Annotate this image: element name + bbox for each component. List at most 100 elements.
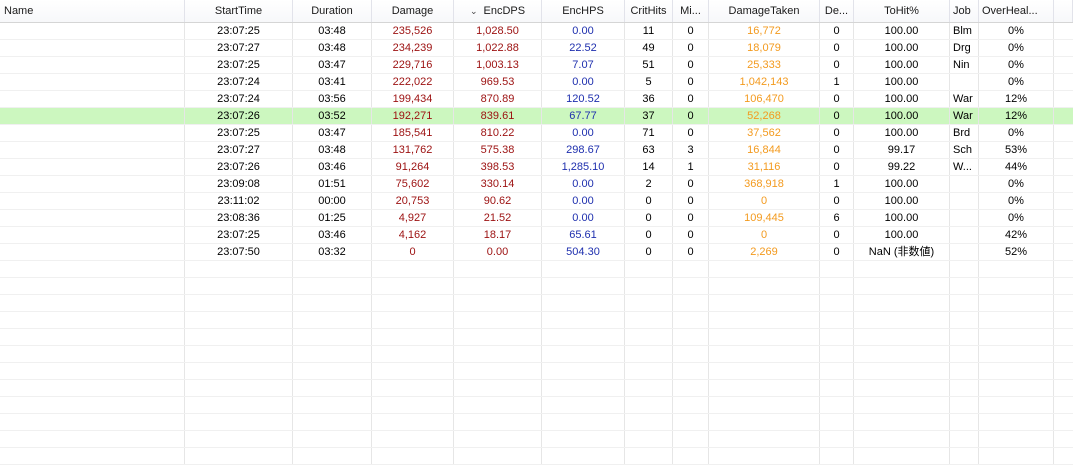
cell-start: 23:09:08 bbox=[185, 176, 293, 192]
empty-cell bbox=[625, 278, 673, 294]
empty-cell bbox=[673, 346, 709, 362]
column-header-encdps[interactable]: ⌄ EncDPS bbox=[454, 0, 542, 22]
cell-misses: 0 bbox=[673, 210, 709, 226]
cell-damage: 4,162 bbox=[372, 227, 454, 243]
column-header-deaths[interactable]: De... bbox=[820, 0, 854, 22]
column-header-crithits[interactable]: CritHits bbox=[625, 0, 673, 22]
empty-cell bbox=[673, 380, 709, 396]
column-header-duration[interactable]: Duration bbox=[293, 0, 372, 22]
cell-name bbox=[0, 142, 185, 158]
table-row[interactable]: 23:09:08 01:51 75,602 330.14 0.00 2 0 368,918 1 1… bbox=[0, 176, 1073, 193]
table-row[interactable]: 23:07:27 03:48 131,762 575.38 298.67 63 3 16,84… bbox=[0, 142, 1073, 159]
cell-encdps: 810.22 bbox=[454, 125, 542, 141]
table-row[interactable]: 23:07:50 03:32 0 0.00 504.30 0 0 2,269 0 NaN (非数値… bbox=[0, 244, 1073, 261]
cell-filler bbox=[1054, 210, 1073, 226]
chevron-down-icon: ⌄ bbox=[469, 6, 478, 16]
cell-misses: 0 bbox=[673, 176, 709, 192]
cell-taken: 368,918 bbox=[709, 176, 820, 192]
table-row[interactable]: 23:11:02 00:00 20,753 90.62 0.00 0 0 0 0 100.00 0% bbox=[0, 193, 1073, 210]
column-header-name[interactable]: Name bbox=[0, 0, 185, 22]
empty-cell bbox=[0, 414, 185, 430]
table-row[interactable]: 23:07:26 03:52 192,271 839.61 67.77 37 0 52,268… bbox=[0, 108, 1073, 125]
cell-name bbox=[0, 91, 185, 107]
empty-cell bbox=[454, 397, 542, 413]
column-header-starttime[interactable]: StartTime bbox=[185, 0, 293, 22]
empty-cell bbox=[542, 295, 625, 311]
cell-misses: 0 bbox=[673, 193, 709, 209]
cell-duration: 03:46 bbox=[293, 159, 372, 175]
empty-cell bbox=[854, 261, 950, 277]
empty-row bbox=[0, 346, 1073, 363]
empty-row bbox=[0, 448, 1073, 465]
cell-damage: 222,022 bbox=[372, 74, 454, 90]
empty-cell bbox=[542, 312, 625, 328]
cell-taken: 52,268 bbox=[709, 108, 820, 124]
cell-tohit: 99.22 bbox=[854, 159, 950, 175]
empty-cell bbox=[185, 448, 293, 464]
empty-cell bbox=[820, 261, 854, 277]
cell-overheal: 0% bbox=[979, 193, 1054, 209]
column-header-job[interactable]: Job bbox=[950, 0, 979, 22]
table-row[interactable]: 23:07:25 03:46 4,162 18.17 65.61 0 0 0 0 100.00 42… bbox=[0, 227, 1073, 244]
cell-overheal: 0% bbox=[979, 23, 1054, 39]
table-row[interactable]: 23:07:26 03:46 91,264 398.53 1,285.10 14 1 31,1… bbox=[0, 159, 1073, 176]
cell-tohit: 100.00 bbox=[854, 40, 950, 56]
empty-cell bbox=[293, 363, 372, 379]
cell-start: 23:07:50 bbox=[185, 244, 293, 260]
empty-row bbox=[0, 431, 1073, 448]
empty-cell bbox=[854, 380, 950, 396]
cell-tohit: 100.00 bbox=[854, 227, 950, 243]
cell-enchps: 22.52 bbox=[542, 40, 625, 56]
empty-cell bbox=[979, 414, 1054, 430]
cell-crithits: 11 bbox=[625, 23, 673, 39]
column-header-tohit[interactable]: ToHit% bbox=[854, 0, 950, 22]
empty-cell bbox=[950, 278, 979, 294]
cell-crithits: 0 bbox=[625, 244, 673, 260]
cell-damage: 91,264 bbox=[372, 159, 454, 175]
empty-cell bbox=[979, 312, 1054, 328]
cell-start: 23:07:24 bbox=[185, 74, 293, 90]
table-row[interactable]: 23:07:27 03:48 234,239 1,022.88 22.52 49 0 18,0… bbox=[0, 40, 1073, 57]
cell-overheal: 0% bbox=[979, 125, 1054, 141]
empty-cell bbox=[820, 448, 854, 464]
cell-enchps: 1,285.10 bbox=[542, 159, 625, 175]
table-row[interactable]: 23:07:25 03:48 235,526 1,028.50 0.00 11 0 16,77… bbox=[0, 23, 1073, 40]
empty-cell bbox=[185, 363, 293, 379]
cell-job bbox=[950, 244, 979, 260]
empty-cell bbox=[709, 414, 820, 430]
cell-name bbox=[0, 159, 185, 175]
cell-deaths: 0 bbox=[820, 23, 854, 39]
table-row[interactable]: 23:07:24 03:56 199,434 870.89 120.52 36 0 106,4… bbox=[0, 91, 1073, 108]
table-row[interactable]: 23:08:36 01:25 4,927 21.52 0.00 0 0 109,445 6 100… bbox=[0, 210, 1073, 227]
table-row[interactable]: 23:07:25 03:47 185,541 810.22 0.00 71 0 37,562 0… bbox=[0, 125, 1073, 142]
cell-taken: 16,844 bbox=[709, 142, 820, 158]
cell-filler bbox=[1054, 40, 1073, 56]
empty-cell bbox=[854, 431, 950, 447]
empty-cell bbox=[950, 261, 979, 277]
column-header-damagetaken[interactable]: DamageTaken bbox=[709, 0, 820, 22]
column-header-misses[interactable]: Mi... bbox=[673, 0, 709, 22]
empty-cell bbox=[673, 431, 709, 447]
column-header-damage[interactable]: Damage bbox=[372, 0, 454, 22]
table-row[interactable]: 23:07:25 03:47 229,716 1,003.13 7.07 51 0 25,33… bbox=[0, 57, 1073, 74]
column-header-overheal[interactable]: OverHeal... bbox=[979, 0, 1054, 22]
cell-filler bbox=[1054, 227, 1073, 243]
column-header-enchps[interactable]: EncHPS bbox=[542, 0, 625, 22]
cell-tohit: 100.00 bbox=[854, 125, 950, 141]
empty-cell bbox=[854, 329, 950, 345]
cell-deaths: 0 bbox=[820, 244, 854, 260]
cell-filler bbox=[1054, 193, 1073, 209]
table-row[interactable]: 23:07:24 03:41 222,022 969.53 0.00 5 0 1,042,14… bbox=[0, 74, 1073, 91]
cell-name bbox=[0, 23, 185, 39]
cell-damage: 229,716 bbox=[372, 57, 454, 73]
cell-misses: 0 bbox=[673, 91, 709, 107]
empty-cell bbox=[950, 414, 979, 430]
empty-cell bbox=[820, 312, 854, 328]
cell-duration: 03:48 bbox=[293, 23, 372, 39]
cell-deaths: 0 bbox=[820, 142, 854, 158]
empty-cell bbox=[950, 431, 979, 447]
empty-cell bbox=[185, 414, 293, 430]
combatant-table: Name StartTime Duration Damage ⌄ EncDPS E… bbox=[0, 0, 1073, 465]
cell-crithits: 0 bbox=[625, 193, 673, 209]
empty-cell bbox=[709, 278, 820, 294]
